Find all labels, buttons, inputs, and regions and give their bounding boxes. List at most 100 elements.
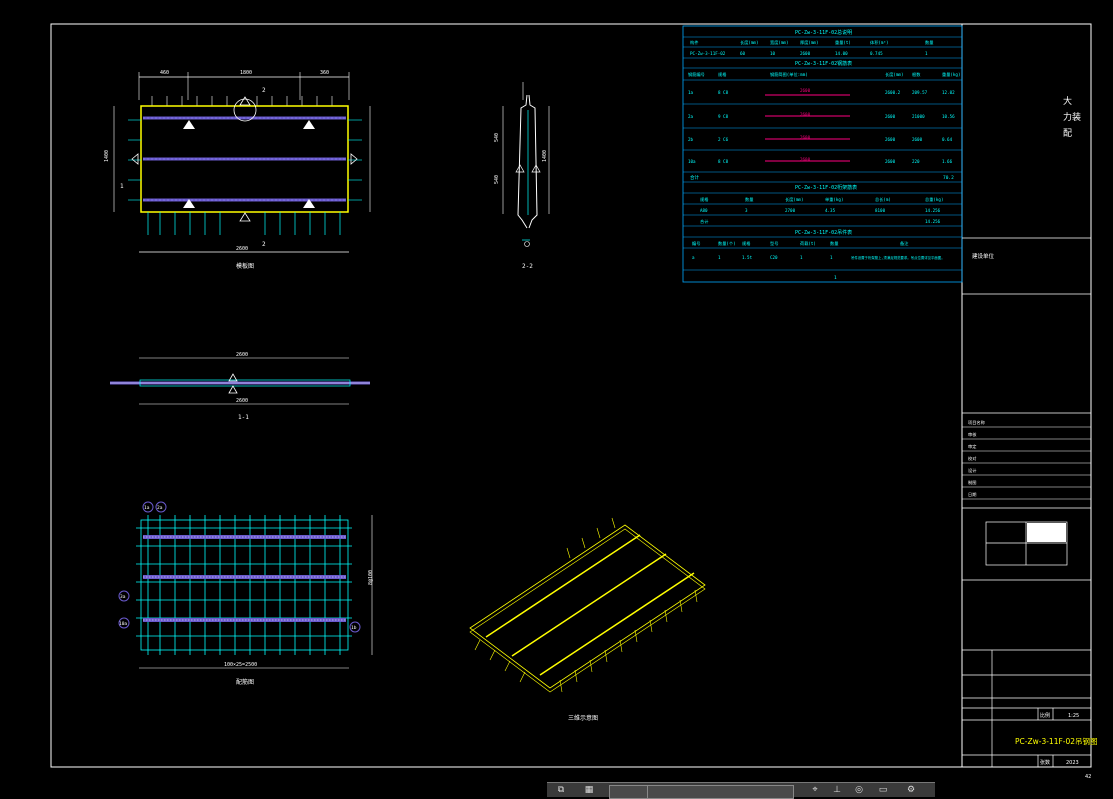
t2-data-cell: 2b [688, 137, 694, 142]
rebar-bubble-3: 3a [120, 594, 126, 600]
t4-header-cell: 数量(个) [718, 240, 736, 247]
side-dim-a: 540 [494, 133, 500, 142]
t2-total: 70.2 [943, 175, 954, 181]
t2-data-cell: 1a [688, 90, 694, 95]
toolbar-tab-1[interactable] [609, 785, 651, 799]
spec-tables: PC-Zw-3-11F-02总说明 构件 长度(mm) 宽度(mm) 厚度(mm) 重量… [682, 25, 963, 283]
side-dim-total: 1400 [542, 150, 548, 162]
sheet-value: 2023 [1066, 760, 1079, 766]
t2-data-cell: 2600 [912, 137, 923, 142]
t3-header-cell: 规格 [700, 196, 709, 203]
side-view: 540 540 1400 2-2 [494, 82, 550, 270]
settings-icon[interactable]: ⚙ [905, 785, 917, 795]
t3-data-cell: 14.256 [925, 208, 941, 213]
side-caption: 2-2 [522, 263, 533, 270]
t2-data-cell: 21000 [912, 114, 925, 119]
plan-dim-left: 1400 [104, 150, 110, 162]
t4-header-cell: 数量 [830, 240, 838, 247]
plan-view: 460 1800 360 2 2 1 1400 2600 模板图 [104, 70, 371, 270]
plan-section-mark-bottom: 2 [262, 241, 266, 248]
sheet-label: 张数 [1040, 759, 1050, 766]
t3-data-cell: 2700 [785, 208, 796, 213]
t1-header-cell: 重量(t) [835, 39, 851, 46]
layer-icon[interactable]: ⧉ [555, 785, 567, 795]
page-number: 42 [1085, 774, 1091, 780]
t4-data-cell: 1 [718, 255, 721, 260]
ortho-icon[interactable]: ⊥ [831, 785, 843, 795]
rebar-bubble-2: 2a [157, 505, 163, 511]
t4-data-cell: 1.5t [742, 255, 753, 260]
lineweight-icon[interactable]: ▭ [877, 785, 889, 795]
t3-header-cell: 总长(m) [875, 196, 891, 203]
bottom-toolbar[interactable]: ⧉ ▦ ⌖ ⊥ ◎ ▭ ⚙ [547, 782, 935, 799]
t3-header-cell: 数量 [745, 196, 753, 203]
plan-dim-top-1: 460 [160, 70, 169, 76]
t4-header-cell: 备注 [900, 240, 909, 247]
t1-header-cell: 构件 [690, 39, 698, 46]
t2-data-cell: 1.66 [942, 159, 953, 164]
t4-header-cell: 型号 [770, 240, 778, 247]
title-block-row-label: 项目名称 [968, 419, 985, 426]
front-view: 2600 2600 1-1 [110, 352, 370, 421]
t2-data-cell: 2600 [800, 88, 811, 93]
front-dim-top: 2600 [236, 352, 248, 358]
t4-data-cell: 吊件设置于桁架筋上,须满足规范要求。吊点位置详见平面图。 [851, 255, 945, 260]
title-block-row-label: 审核 [968, 431, 977, 438]
t2-data-cell: 220 [912, 159, 920, 164]
t1-data-cell: 10 [770, 51, 776, 56]
t2-data-cell: 2600.2 [885, 90, 901, 95]
t3-data-cell: A80 [700, 208, 708, 213]
t2-total-label: 合计 [690, 174, 699, 181]
t2-data-cell: 2600 [885, 114, 896, 119]
t2-header-cell: 钢筋编号 [688, 71, 705, 78]
rebar-dim-right: 8@100 [368, 570, 374, 585]
t1-data-cell: 14.00 [835, 51, 848, 56]
design-unit: 建设单位 [972, 252, 995, 260]
scale-label: 比例 [1040, 712, 1050, 719]
drawing-number: PC-Zw-3-11F-02吊钢图 [1015, 736, 1098, 746]
t1-header-cell: 数量 [925, 39, 933, 46]
t3-header-cell: 单重(kg) [825, 196, 843, 203]
front-caption: 1-1 [238, 414, 249, 421]
t1-header-cell: 厚度(mm) [800, 39, 818, 46]
plan-dim-top-3: 360 [320, 70, 329, 76]
toolbar-tab-2[interactable] [647, 785, 794, 799]
t2-data-cell: 209.57 [912, 90, 928, 95]
t3-data-cell: 3 [745, 208, 748, 213]
t3-header-cell: 总重(kg) [925, 196, 943, 202]
t2-data-cell: 10.56 [942, 114, 955, 119]
rebar-bubble-4: 10a [119, 621, 127, 627]
t2-data-cell: 10a [688, 159, 696, 164]
title-block-row-label: 审定 [968, 443, 976, 450]
rebar-dim-bottom: 100×25=2500 [224, 662, 257, 668]
t1-data-cell: 60 [740, 51, 746, 56]
grid-icon[interactable]: ▦ [583, 785, 595, 795]
t4-header-cell: 荷载(t) [800, 240, 816, 247]
cad-canvas[interactable]: 460 1800 360 2 2 1 1400 2600 模板图 540 540… [0, 0, 1113, 796]
t2-header-cell: 钢筋简图(单位:mm) [770, 71, 808, 78]
snap-icon[interactable]: ⌖ [809, 785, 821, 795]
front-dim-bottom: 2600 [236, 398, 248, 404]
iso-caption: 三维示意图 [568, 714, 598, 722]
side-dim-b: 540 [494, 175, 500, 184]
t1-header-cell: 体积(m³) [870, 39, 888, 46]
t2-data-cell: 8 C8 [718, 90, 729, 95]
t2-header-cell: 根数 [912, 71, 921, 78]
t1-data-cell: 1 [925, 51, 928, 56]
polar-icon[interactable]: ◎ [853, 785, 865, 795]
t4-data-cell: a [692, 255, 695, 260]
rebar-view: 1a 2a 3a 10a 1b 100×25=2500 8@100 配筋图 [118, 501, 374, 686]
t4-title: PC-Zw-3-11F-02吊件表 [795, 229, 852, 236]
t1-header-cell: 长度(mm) [740, 39, 758, 46]
plan-side-mark: 1 [120, 183, 124, 190]
t3-data-cell: 合计 [700, 218, 708, 225]
title-block-row-label: 制图 [968, 479, 976, 486]
t4-data-cell: C20 [770, 255, 778, 260]
company-mid: 力装 [1063, 111, 1081, 123]
t4-data-cell: 1 [800, 255, 803, 260]
t2-data-cell: 0.64 [942, 137, 953, 142]
t2-data-cell: 8 C8 [718, 159, 729, 164]
t3-data-cell: 4.35 [825, 208, 836, 213]
t2-data-cell: 2600 [885, 159, 896, 164]
t2-header-cell: 重量(kg) [942, 71, 960, 78]
